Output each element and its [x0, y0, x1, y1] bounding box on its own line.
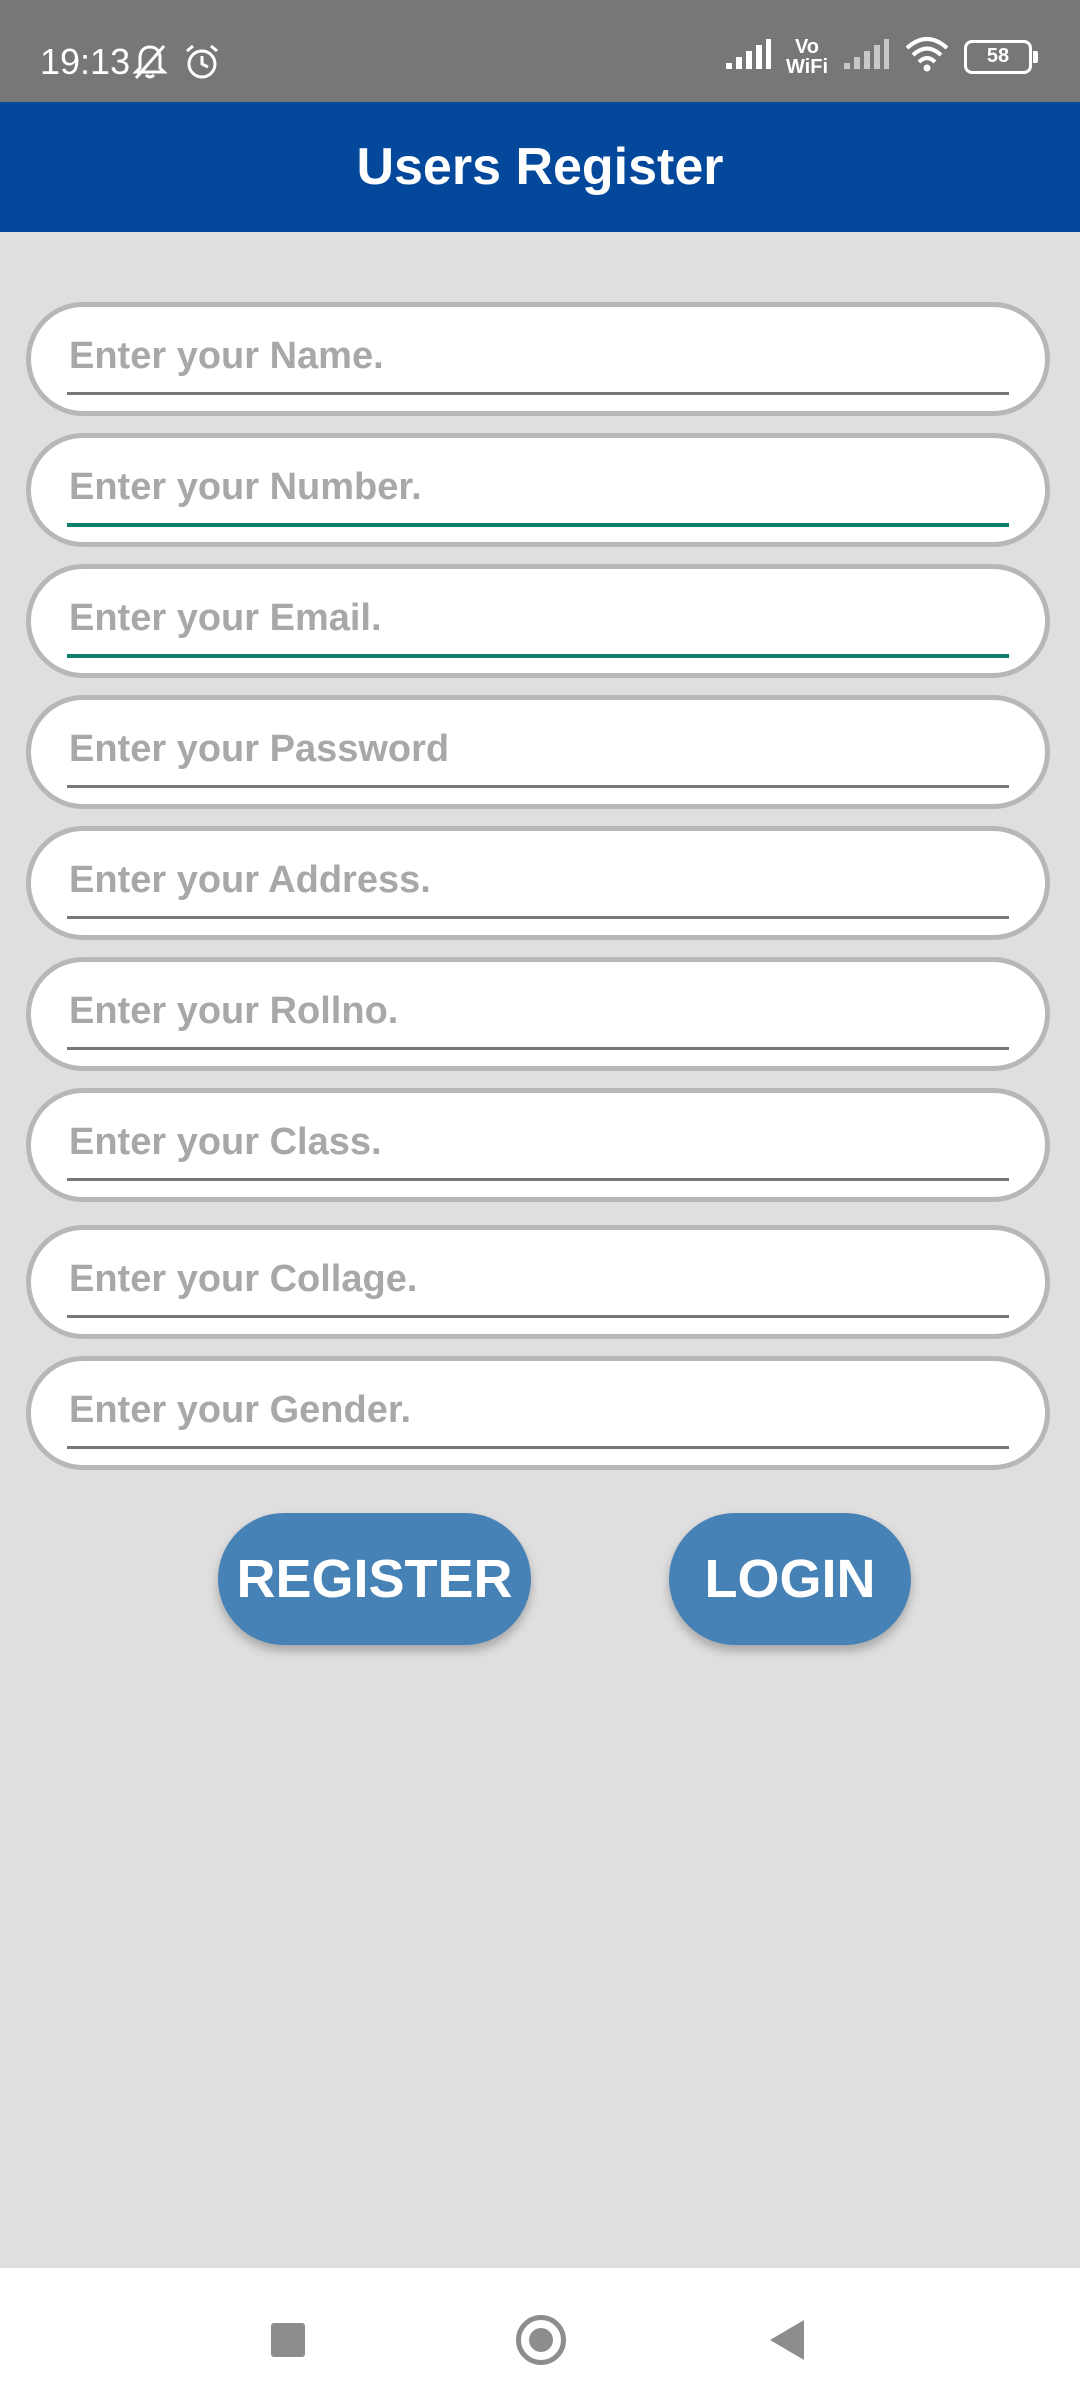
number-input[interactable] [67, 454, 1009, 520]
collage-input[interactable] [67, 1246, 1009, 1312]
wifi-icon [904, 36, 950, 77]
field-underline [67, 785, 1009, 788]
email-field-container [26, 564, 1050, 678]
recents-icon[interactable] [271, 2323, 305, 2357]
rollno-field-container [26, 957, 1050, 1071]
status-time: 19:13 [40, 41, 131, 82]
alarm-icon [182, 42, 222, 87]
signal-icon [724, 37, 772, 76]
field-underline [67, 1446, 1009, 1449]
password-field-container [26, 695, 1050, 809]
gender-field-container [26, 1356, 1050, 1470]
battery-icon: 58 [964, 39, 1038, 74]
register-button[interactable]: REGISTER [218, 1513, 531, 1645]
collage-field-container [26, 1225, 1050, 1339]
email-input[interactable] [67, 585, 1009, 651]
status-bar: 19:13 Vo WiFi 58 [0, 0, 1080, 102]
bell-off-icon [130, 42, 170, 87]
address-field-container [26, 826, 1050, 940]
field-underline [67, 1315, 1009, 1318]
home-icon[interactable] [516, 2315, 566, 2365]
field-underline [67, 1047, 1009, 1050]
back-icon[interactable] [770, 2320, 804, 2360]
field-underline [67, 392, 1009, 395]
page-title: Users Register [356, 138, 724, 196]
vowifi-indicator: Vo WiFi [785, 35, 828, 78]
navigation-bar [0, 2268, 1080, 2400]
class-field-container [26, 1088, 1050, 1202]
signal-icon [842, 37, 890, 76]
field-underline [67, 654, 1009, 658]
field-underline [67, 916, 1009, 919]
field-underline [67, 523, 1009, 527]
field-underline [67, 1178, 1009, 1181]
name-field-container [26, 302, 1050, 416]
app-bar: Users Register [0, 102, 1080, 232]
login-button[interactable]: LOGIN [669, 1513, 911, 1645]
gender-input[interactable] [67, 1377, 1009, 1443]
number-field-container [26, 433, 1050, 547]
password-input[interactable] [67, 716, 1009, 782]
name-input[interactable] [67, 323, 1009, 389]
rollno-input[interactable] [67, 978, 1009, 1044]
class-input[interactable] [67, 1109, 1009, 1175]
address-input[interactable] [67, 847, 1009, 913]
